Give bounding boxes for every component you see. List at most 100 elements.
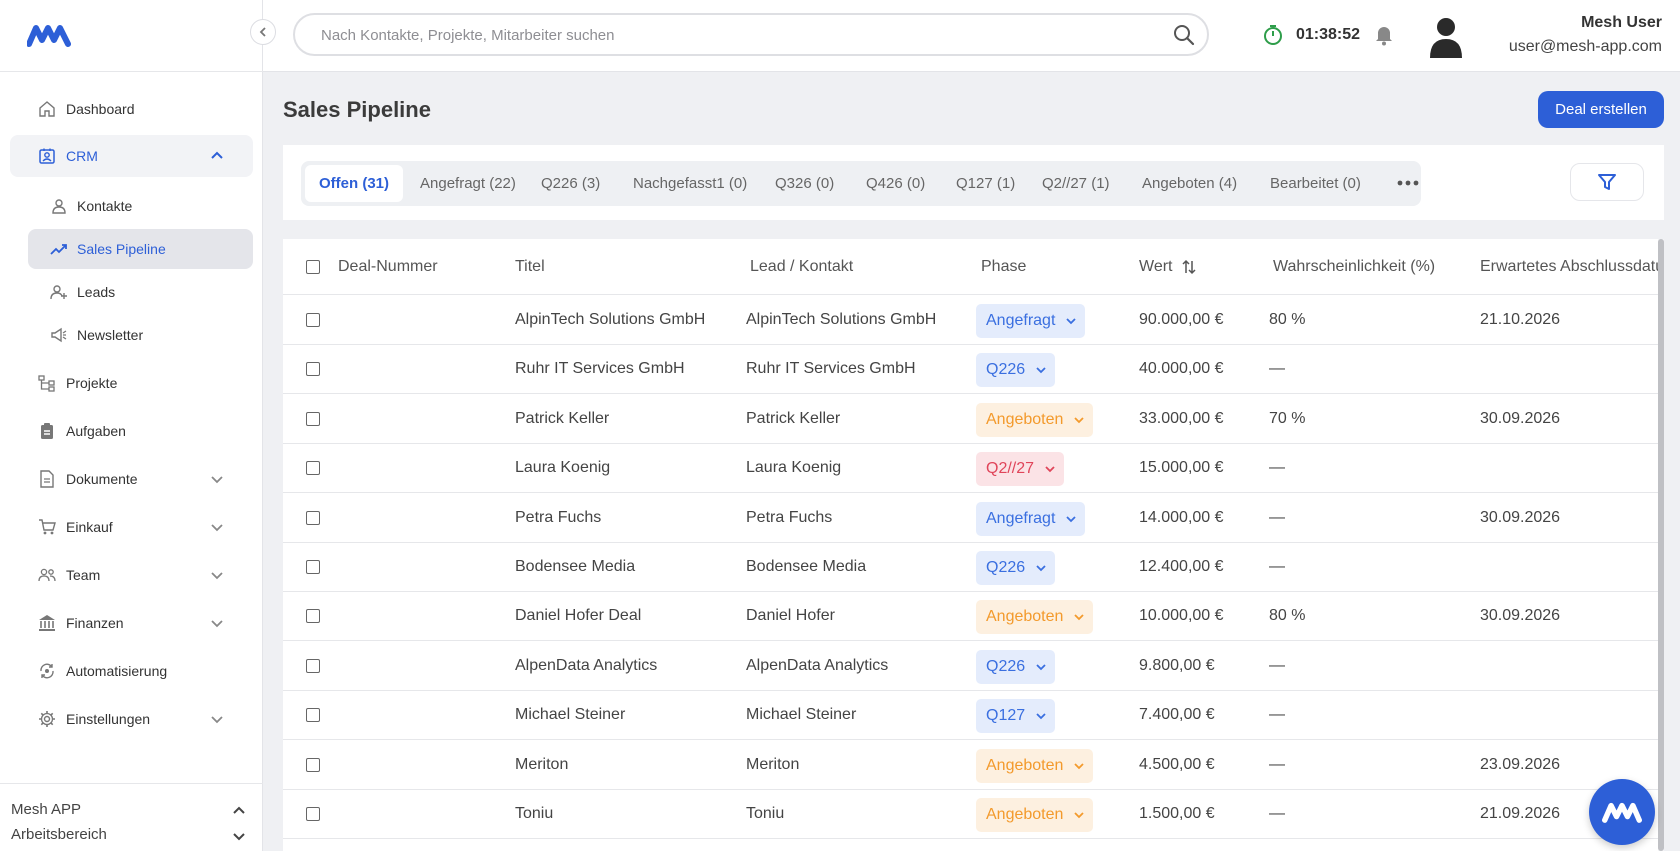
tab-q426[interactable]: Q426 (0)	[852, 165, 939, 202]
select-all-checkbox[interactable]	[306, 260, 320, 274]
mesh-assistant-button[interactable]	[1589, 779, 1655, 845]
table-row[interactable]: Michael Steiner Michael Steiner Q127 7.400,…	[283, 691, 1664, 741]
phase-dropdown[interactable]: Angefragt	[976, 501, 1086, 536]
title-cell[interactable]: AlpinTech Solutions GmbH	[515, 311, 705, 329]
table-row[interactable]: Bodensee Media Bodensee Media Q226 12.400,0…	[283, 543, 1664, 592]
title-cell[interactable]: Meriton	[515, 756, 568, 774]
chevron-down-icon[interactable]	[209, 519, 225, 535]
tab-offen[interactable]: Offen (31)	[305, 165, 404, 202]
search-input[interactable]	[321, 24, 1141, 46]
row-checkbox[interactable]	[306, 807, 320, 821]
column-header-title[interactable]: Titel	[515, 258, 545, 276]
title-cell[interactable]: Patrick Keller	[515, 410, 609, 428]
column-header-value[interactable]: Wert	[1139, 258, 1172, 276]
table-row[interactable]: Ruhr IT Services GmbH Ruhr IT Services Gm…	[283, 345, 1664, 395]
table-scrollbar[interactable]	[1658, 239, 1664, 851]
column-header-probability[interactable]: Wahrscheinlichkeit (%)	[1273, 258, 1435, 276]
title-cell[interactable]: Petra Fuchs	[515, 509, 601, 527]
title-cell[interactable]: Laura Koenig	[515, 459, 610, 477]
column-header-phase[interactable]: Phase	[981, 258, 1026, 276]
sidebar-item-crm[interactable]: CRM	[10, 135, 253, 177]
more-horizontal-icon[interactable]	[1396, 177, 1420, 189]
table-row[interactable]: AlpenData Analytics AlpenData Analytics Q2…	[283, 642, 1664, 691]
column-header-lead[interactable]: Lead / Kontakt	[750, 258, 853, 276]
sidebar-item-dashboard[interactable]: Dashboard	[10, 88, 253, 130]
column-header-deal-number[interactable]: Deal-Nummer	[338, 258, 438, 276]
lead-cell[interactable]: Daniel Hofer	[746, 607, 835, 625]
lead-cell[interactable]: Patrick Keller	[746, 410, 840, 428]
sidebar-item-team[interactable]: Team	[10, 554, 253, 596]
chevron-down-icon[interactable]	[209, 711, 225, 727]
row-checkbox[interactable]	[306, 757, 320, 772]
row-checkbox[interactable]	[306, 560, 320, 574]
sidebar-item-finanzen[interactable]: Finanzen	[10, 602, 253, 644]
row-checkbox[interactable]	[306, 411, 320, 426]
sidebar-item-einstellungen[interactable]: Einstellungen	[10, 698, 253, 740]
lead-cell[interactable]: Ruhr IT Services GmbH	[746, 360, 916, 378]
table-row[interactable]: Petra Fuchs Petra Fuchs Angefragt 14.000,00…	[283, 494, 1664, 543]
table-row[interactable]: AlpinTech Solutions GmbH AlpinTech Soluti…	[283, 296, 1664, 345]
chevron-down-icon[interactable]	[209, 615, 225, 631]
filter-button[interactable]	[1570, 163, 1644, 201]
phase-dropdown[interactable]: Q226	[976, 551, 1056, 585]
sidebar-item-aufgaben[interactable]: Aufgaben	[10, 410, 253, 452]
phase-dropdown[interactable]: Angefragt	[976, 304, 1086, 338]
table-row[interactable]: Patrick Keller Patrick Keller Angeboten 33.…	[283, 395, 1664, 444]
table-row[interactable]: Laura Koenig Laura Koenig Q2//27 15.000,00 …	[283, 444, 1664, 494]
mesh-logo[interactable]	[27, 22, 71, 48]
row-checkbox[interactable]	[306, 658, 320, 673]
table-row[interactable]: Daniel Hofer Deal Daniel Hofer Angeboten 10…	[283, 592, 1664, 642]
sidebar-collapse-button[interactable]	[250, 19, 276, 45]
title-cell[interactable]: AlpenData Analytics	[515, 657, 657, 675]
stopwatch-icon[interactable]	[1262, 24, 1284, 46]
sidebar-item-dokumente[interactable]: Dokumente	[10, 458, 253, 500]
row-checkbox[interactable]	[306, 362, 320, 377]
row-checkbox[interactable]	[306, 609, 320, 624]
chevron-up-icon[interactable]	[209, 148, 225, 164]
row-checkbox[interactable]	[306, 510, 320, 525]
tab-angefragt[interactable]: Angefragt (22)	[406, 165, 530, 202]
search-icon[interactable]	[1173, 24, 1195, 46]
tab-angeboten[interactable]: Angeboten (4)	[1128, 165, 1251, 202]
sidebar-item-sales-pipeline[interactable]: Sales Pipeline	[28, 229, 253, 269]
phase-dropdown[interactable]: Q2//27	[976, 452, 1065, 487]
lead-cell[interactable]: Meriton	[746, 756, 799, 774]
phase-dropdown[interactable]: Angeboten	[976, 798, 1094, 832]
sidebar-item-newsletter[interactable]: Newsletter	[28, 315, 253, 355]
title-cell[interactable]: Daniel Hofer Deal	[515, 607, 641, 625]
sidebar-item-leads[interactable]: Leads	[28, 272, 253, 312]
column-header-expected-close[interactable]: Erwartetes Abschlussdatum	[1480, 258, 1664, 276]
sidebar-item-projekte[interactable]: Projekte	[10, 362, 253, 404]
chevron-down-icon[interactable]	[209, 471, 225, 487]
tab-q227[interactable]: Q2//27 (1)	[1028, 165, 1124, 202]
phase-dropdown[interactable]: Q226	[976, 649, 1056, 684]
chevron-up-icon[interactable]	[231, 803, 247, 819]
lead-cell[interactable]: AlpenData Analytics	[746, 657, 888, 675]
row-checkbox[interactable]	[306, 313, 320, 327]
lead-cell[interactable]: Michael Steiner	[746, 706, 856, 724]
row-checkbox[interactable]	[306, 461, 320, 476]
sidebar-item-automatisierung[interactable]: Automatisierung	[10, 650, 253, 692]
tab-q226[interactable]: Q226 (3)	[527, 165, 614, 202]
table-row[interactable]: Toniu Toniu Angeboten 1.500,00 € — 21.09.2026	[283, 790, 1664, 839]
lead-cell[interactable]: AlpinTech Solutions GmbH	[746, 311, 936, 329]
phase-dropdown[interactable]: Angeboten	[976, 402, 1094, 437]
lead-cell[interactable]: Bodensee Media	[746, 558, 866, 576]
lead-cell[interactable]: Laura Koenig	[746, 459, 841, 477]
tab-bearbeitet[interactable]: Bearbeitet (0)	[1256, 165, 1375, 202]
phase-dropdown[interactable]: Q127	[976, 699, 1056, 734]
tab-nachgefasst1[interactable]: Nachgefasst1 (0)	[619, 165, 761, 202]
lead-cell[interactable]: Petra Fuchs	[746, 509, 832, 527]
phase-dropdown[interactable]: Q226	[976, 353, 1056, 388]
create-deal-button[interactable]: Deal erstellen	[1538, 91, 1664, 128]
sidebar-item-kontakte[interactable]: Kontakte	[28, 186, 253, 226]
workspace-switcher[interactable]: Mesh APP Arbeitsbereich	[0, 783, 263, 851]
scrollbar-thumb[interactable]	[1658, 239, 1664, 851]
table-row[interactable]: Meriton Meriton Angeboten 4.500,00 € — 23.09.…	[283, 741, 1664, 790]
sort-icon[interactable]	[1182, 259, 1196, 275]
lead-cell[interactable]: Toniu	[746, 805, 784, 823]
sidebar-item-einkauf[interactable]: Einkauf	[10, 506, 253, 548]
row-checkbox[interactable]	[306, 708, 320, 723]
phase-dropdown[interactable]: Angeboten	[976, 748, 1094, 783]
phase-dropdown[interactable]: Angeboten	[976, 600, 1094, 635]
